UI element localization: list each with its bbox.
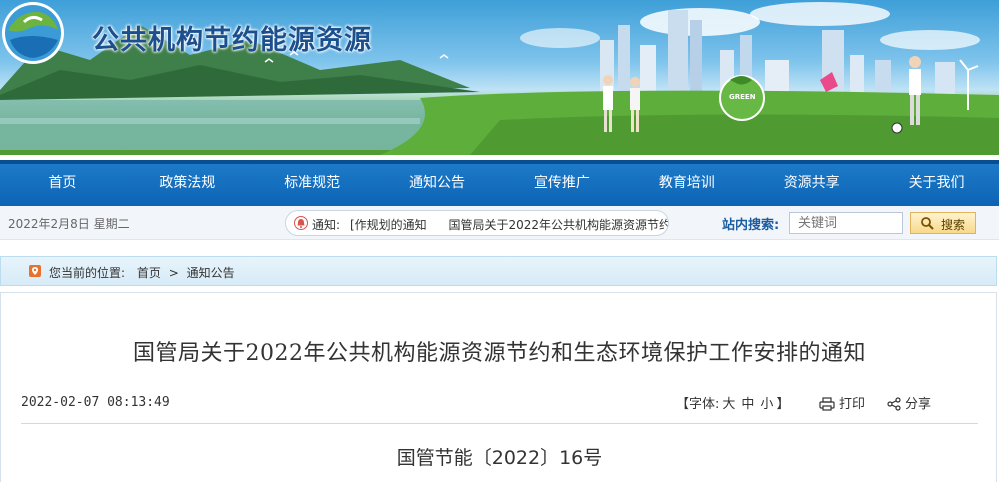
- nav-item-standards[interactable]: 标准规范: [250, 160, 375, 206]
- breadcrumb-notices[interactable]: 通知公告: [187, 266, 235, 280]
- font-size-medium[interactable]: 中: [741, 397, 754, 412]
- font-size-small[interactable]: 小: [760, 397, 773, 412]
- nav-item-policy[interactable]: 政策法规: [125, 160, 250, 206]
- print-button[interactable]: 打印: [819, 393, 865, 412]
- notice-item[interactable]: 国管局关于2022年公共机构能源资源节约: [449, 218, 668, 232]
- nav-item-training[interactable]: 教育培训: [624, 160, 749, 206]
- nav-item-notices[interactable]: 通知公告: [375, 160, 500, 206]
- printer-icon: [819, 397, 835, 411]
- nav-top-border: [0, 160, 999, 164]
- info-bar: 2022年2月8日 星期二 通知: [作规划的通知 国管局关于2022年公共机构…: [0, 206, 999, 240]
- nav-item-home[interactable]: 首页: [0, 160, 125, 206]
- font-size-suffix: 】: [776, 397, 790, 412]
- search-button-label: 搜索: [941, 218, 966, 232]
- search-button[interactable]: 搜索: [910, 212, 976, 234]
- nav-item-about[interactable]: 关于我们: [874, 160, 999, 206]
- notice-bell-icon: [294, 216, 308, 230]
- breadcrumb: 您当前的位置: 首页 > 通知公告: [0, 256, 997, 286]
- article-publish-time: 2022-02-07 08:13:49: [21, 395, 170, 410]
- current-date: 2022年2月8日 星期二: [8, 217, 130, 231]
- share-icon: [887, 397, 901, 411]
- notice-ticker[interactable]: 通知: [作规划的通知 国管局关于2022年公共机构能源资源节约: [285, 210, 669, 236]
- breadcrumb-text: 您当前的位置: 首页 > 通知公告: [49, 264, 235, 281]
- nav-item-promotion[interactable]: 宣传推广: [500, 160, 625, 206]
- font-size-switcher: 【字体: 大中小】: [676, 393, 789, 412]
- location-icon: [29, 265, 41, 277]
- notice-item[interactable]: [作规划的通知: [350, 218, 427, 232]
- header-banner: 公共机构节约能源资源 GREEN: [0, 0, 999, 155]
- breadcrumb-separator: >: [168, 266, 179, 280]
- search-input[interactable]: [789, 212, 903, 234]
- breadcrumb-home[interactable]: 首页: [137, 266, 161, 280]
- site-logo-icon[interactable]: [0, 0, 66, 66]
- document-number: 国管节能〔2022〕16号: [396, 447, 603, 469]
- article-title: 国管局关于2022年公共机构能源资源节约和生态环境保护工作安排的通知: [133, 341, 866, 366]
- banner-green-badge: GREEN: [729, 93, 756, 101]
- main-nav: 首页 政策法规 标准规范 通知公告 宣传推广 教育培训 资源共享 关于我们: [0, 160, 999, 206]
- meta-divider: [21, 423, 978, 424]
- search-label: 站内搜索:: [722, 218, 780, 233]
- nav-item-resources[interactable]: 资源共享: [749, 160, 874, 206]
- share-label: 分享: [905, 397, 932, 412]
- print-label: 打印: [839, 397, 866, 412]
- font-size-prefix: 【字体:: [676, 397, 720, 412]
- search-icon: [921, 217, 934, 230]
- breadcrumb-prefix: 您当前的位置:: [49, 266, 126, 280]
- notice-track: [作规划的通知 国管局关于2022年公共机构能源资源节约: [350, 216, 668, 233]
- font-size-large[interactable]: 大: [722, 397, 735, 412]
- article-container: 国管局关于2022年公共机构能源资源节约和生态环境保护工作安排的通知 2022-…: [0, 292, 997, 482]
- site-title[interactable]: 公共机构节约能源资源: [92, 18, 372, 57]
- notice-label: 通知:: [312, 218, 341, 232]
- share-button[interactable]: 分享: [887, 393, 931, 412]
